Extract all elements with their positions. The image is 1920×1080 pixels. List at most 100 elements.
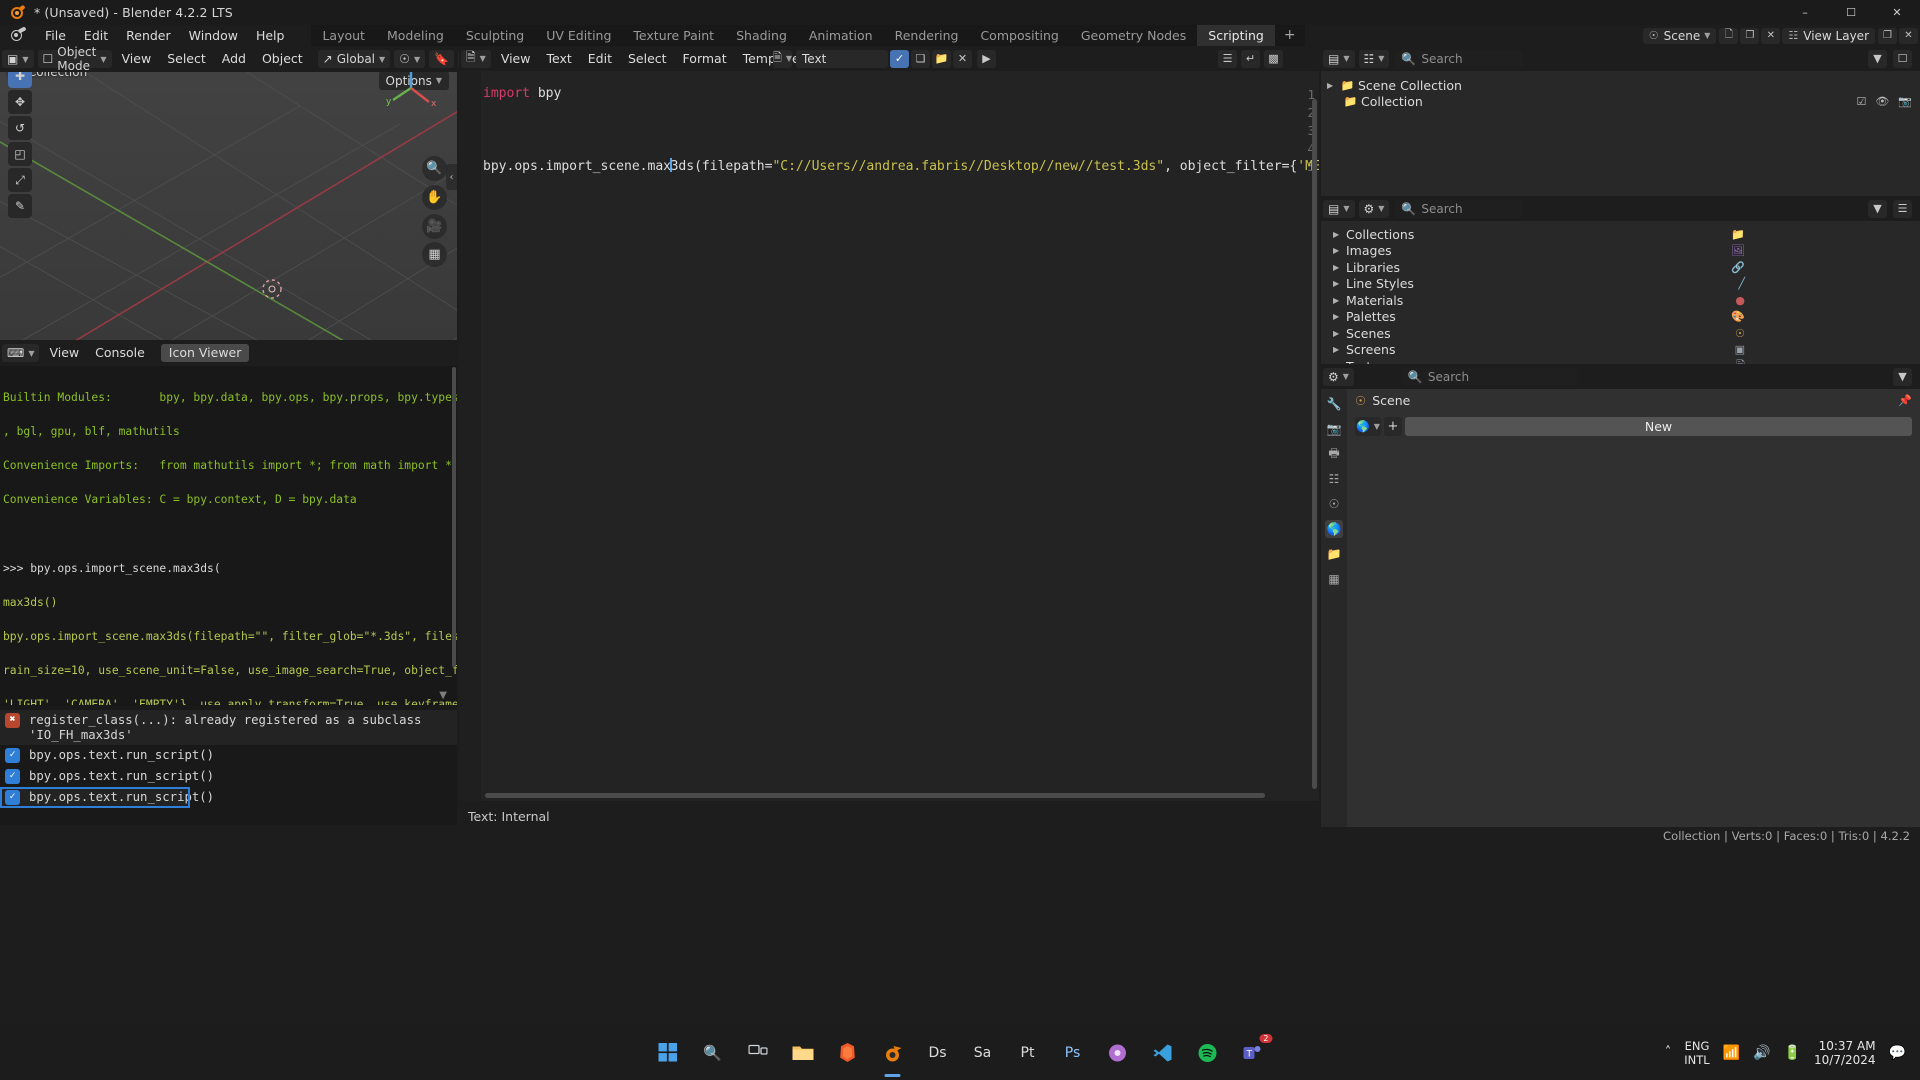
log-row-error[interactable]: ✖ register_class(...): already registere… bbox=[0, 710, 457, 745]
language-indicator[interactable]: ENG INTL bbox=[1684, 1039, 1709, 1067]
python-console-editor[interactable]: ⌨ ▼ View Console Icon Viewer Builtin Modu… bbox=[0, 340, 457, 705]
workspace-tab-uv-editing[interactable]: UV Editing bbox=[535, 25, 623, 46]
blend-data-outliner[interactable]: ▤ ▼ ⚙ ▼ 🔍 Search ▼ ☰ ▶ Collections 📁 ▶ Ima… bbox=[1321, 196, 1920, 374]
snap-pivot-selector[interactable]: ☉ ▼ bbox=[394, 50, 426, 68]
add-world-button[interactable]: + bbox=[1384, 416, 1402, 436]
chevron-right-icon[interactable]: ▶ bbox=[1333, 329, 1346, 338]
unlink-text-icon[interactable]: ✕ bbox=[953, 49, 972, 68]
task-view-icon[interactable] bbox=[741, 1036, 775, 1070]
new-scene-button[interactable]: 🗋 bbox=[1719, 27, 1739, 44]
annotate-tool-icon[interactable]: ✎ bbox=[8, 194, 32, 218]
workspace-tab-scripting[interactable]: Scripting bbox=[1197, 25, 1275, 46]
workspace-tab-animation[interactable]: Animation bbox=[797, 25, 884, 46]
outliner-search-input[interactable]: 🔍 Search bbox=[1395, 49, 1524, 68]
add-workspace-button[interactable]: + bbox=[1274, 25, 1305, 46]
info-editor[interactable]: ✖ register_class(...): already registere… bbox=[0, 705, 457, 825]
blend-data-row-palettes[interactable]: ▶ Palettes 🎨 bbox=[1321, 309, 1920, 326]
media-icon[interactable] bbox=[1101, 1036, 1135, 1070]
blend-data-options-icon[interactable]: ☰ bbox=[1893, 199, 1912, 218]
camera-icon[interactable]: 🎥 bbox=[422, 214, 447, 239]
tab-collection[interactable]: 📁 bbox=[1325, 545, 1343, 563]
blend-data-search-input[interactable]: 🔍 Search bbox=[1395, 199, 1524, 218]
word-wrap-icon[interactable]: ↵ bbox=[1241, 49, 1260, 68]
outliner-row-scene-collection[interactable]: ▶ 📁 Scene Collection bbox=[1321, 77, 1920, 93]
blend-data-row-screens[interactable]: ▶ Screens ▣ bbox=[1321, 342, 1920, 359]
close-button[interactable]: ✕ bbox=[1874, 0, 1920, 25]
file-explorer-icon[interactable] bbox=[786, 1036, 820, 1070]
tab-render[interactable]: 📷 bbox=[1325, 420, 1343, 438]
viewport-menu-object[interactable]: Object bbox=[254, 50, 311, 68]
snap-magnet-toggle[interactable]: 🔖 bbox=[429, 50, 455, 68]
tab-scene[interactable]: ☉ bbox=[1325, 495, 1343, 513]
menu-file[interactable]: File bbox=[36, 25, 75, 46]
remove-viewlayer-button[interactable]: ✕ bbox=[1899, 27, 1918, 44]
open-text-icon[interactable]: 📁 bbox=[932, 49, 951, 68]
blend-data-display-mode-selector[interactable]: ⚙ ▼ bbox=[1358, 199, 1390, 218]
chevron-up-icon[interactable]: ˄ bbox=[1665, 1045, 1672, 1060]
ortho-icon[interactable]: ▦ bbox=[422, 242, 447, 267]
transform-orientation-selector[interactable]: ↗ Global ▼ bbox=[317, 50, 391, 68]
windows-start-icon[interactable] bbox=[651, 1036, 685, 1070]
run-script-icon[interactable]: ▶ bbox=[977, 49, 996, 68]
wifi-icon[interactable]: 📶 bbox=[1723, 1045, 1740, 1061]
text-menu-select[interactable]: Select bbox=[620, 50, 675, 68]
vscode-icon[interactable] bbox=[1146, 1036, 1180, 1070]
blend-data-row-materials[interactable]: ▶ Materials ● bbox=[1321, 292, 1920, 309]
outliner-editor[interactable]: ▤ ▼ ☷ ▼ 🔍 Search ▼ ☐ ▶ 📁 Scene Collection … bbox=[1321, 46, 1920, 196]
scene-selector[interactable]: ☉ Scene ▼ bbox=[1642, 27, 1717, 44]
console-output[interactable]: Builtin Modules: bpy, bpy.data, bpy.ops,… bbox=[0, 365, 457, 705]
workspace-tab-layout[interactable]: Layout bbox=[311, 25, 376, 46]
copy-scene-button[interactable]: ❐ bbox=[1740, 27, 1760, 44]
text-editor[interactable]: 🗎▼ View Text Edit Select Format Template… bbox=[459, 46, 1319, 827]
chevron-right-icon[interactable]: ▶ bbox=[1333, 230, 1346, 239]
console-editor-type-selector[interactable]: ⌨ ▼ bbox=[2, 344, 40, 362]
new-world-button[interactable]: New bbox=[1405, 416, 1912, 436]
log-row[interactable]: ✓ bpy.ops.text.run_script() bbox=[0, 766, 457, 787]
blend-data-row-libraries[interactable]: ▶ Libraries 🔗 bbox=[1321, 259, 1920, 276]
maximize-button[interactable]: ☐ bbox=[1828, 0, 1874, 25]
outliner-new-collection-icon[interactable]: ☐ bbox=[1893, 49, 1912, 68]
move-tool-icon[interactable]: ✥ bbox=[8, 90, 32, 114]
menu-window[interactable]: Window bbox=[180, 25, 247, 46]
minimize-button[interactable]: – bbox=[1782, 0, 1828, 25]
tab-output[interactable]: 🖶 bbox=[1325, 445, 1343, 463]
rotate-tool-icon[interactable]: ↺ bbox=[8, 116, 32, 140]
chevron-down-icon[interactable]: ▼ bbox=[439, 690, 447, 701]
text-editor-body[interactable]: 1 2 3 4 5 import bpy bpy.ops.import_scen… bbox=[459, 71, 1319, 801]
outliner-display-mode-selector[interactable]: ☷ ▼ bbox=[1358, 49, 1390, 68]
camera-icon[interactable]: 📷 bbox=[1898, 95, 1912, 108]
workspace-tab-shading[interactable]: Shading bbox=[725, 25, 798, 46]
workspace-tab-rendering[interactable]: Rendering bbox=[883, 25, 970, 46]
pin-icon[interactable]: 📌 bbox=[1898, 394, 1912, 407]
volume-icon[interactable]: 🔊 bbox=[1753, 1045, 1770, 1061]
world-icon[interactable]: 🌎 ▼ bbox=[1355, 416, 1381, 436]
properties-editor[interactable]: ⚙ ▼ 🔍 Search ▼ 🔧 📷 🖶 ☷ ☉ 🌎 📁 ▦ ☉ Scene 📌… bbox=[1321, 364, 1920, 827]
viewport-menu-select[interactable]: Select bbox=[159, 50, 214, 68]
properties-search-input[interactable]: 🔍 Search bbox=[1401, 367, 1577, 386]
outliner-row-collection[interactable]: 📁 Collection ☑ 👁 📷 bbox=[1321, 93, 1920, 109]
blend-data-row-scenes[interactable]: ▶ Scenes ☉ bbox=[1321, 325, 1920, 342]
checkbox-icon[interactable]: ☑ bbox=[1856, 95, 1866, 108]
properties-options-icon[interactable]: ▼ bbox=[1893, 367, 1912, 386]
ds-icon[interactable]: Ds bbox=[921, 1036, 955, 1070]
chevron-right-icon[interactable]: ▶ bbox=[1333, 279, 1346, 288]
menu-help[interactable]: Help bbox=[247, 25, 294, 46]
sa-icon[interactable]: Sa bbox=[966, 1036, 1000, 1070]
syntax-highlight-icon[interactable]: ▩ bbox=[1264, 49, 1283, 68]
text-menu-text[interactable]: Text bbox=[538, 50, 579, 68]
viewport-menu-view[interactable]: View bbox=[114, 50, 160, 68]
text-editor-vertical-scrollbar[interactable] bbox=[1312, 99, 1317, 789]
pt-icon[interactable]: Pt bbox=[1011, 1036, 1045, 1070]
chevron-right-icon[interactable]: ▶ bbox=[1333, 312, 1346, 321]
properties-editor-type-selector[interactable]: ⚙ ▼ bbox=[1323, 367, 1354, 386]
blender-menu-logo-icon[interactable] bbox=[8, 26, 28, 43]
eye-icon[interactable]: 👁 bbox=[1875, 95, 1889, 108]
text-editor-type-selector[interactable]: 🗎 ▼ bbox=[461, 49, 491, 68]
text-menu-view[interactable]: View bbox=[493, 50, 539, 68]
teams-icon[interactable]: T 2 bbox=[1236, 1033, 1273, 1070]
remove-scene-button[interactable]: ✕ bbox=[1761, 27, 1781, 44]
menu-edit[interactable]: Edit bbox=[75, 25, 117, 46]
battery-icon[interactable]: 🔋 bbox=[1784, 1045, 1801, 1061]
3d-viewport[interactable]: User Perspective (1) Collection ✚ ✥ ↺ ◰ … bbox=[0, 46, 457, 340]
text-datablock-name-field[interactable]: Text bbox=[796, 49, 888, 68]
